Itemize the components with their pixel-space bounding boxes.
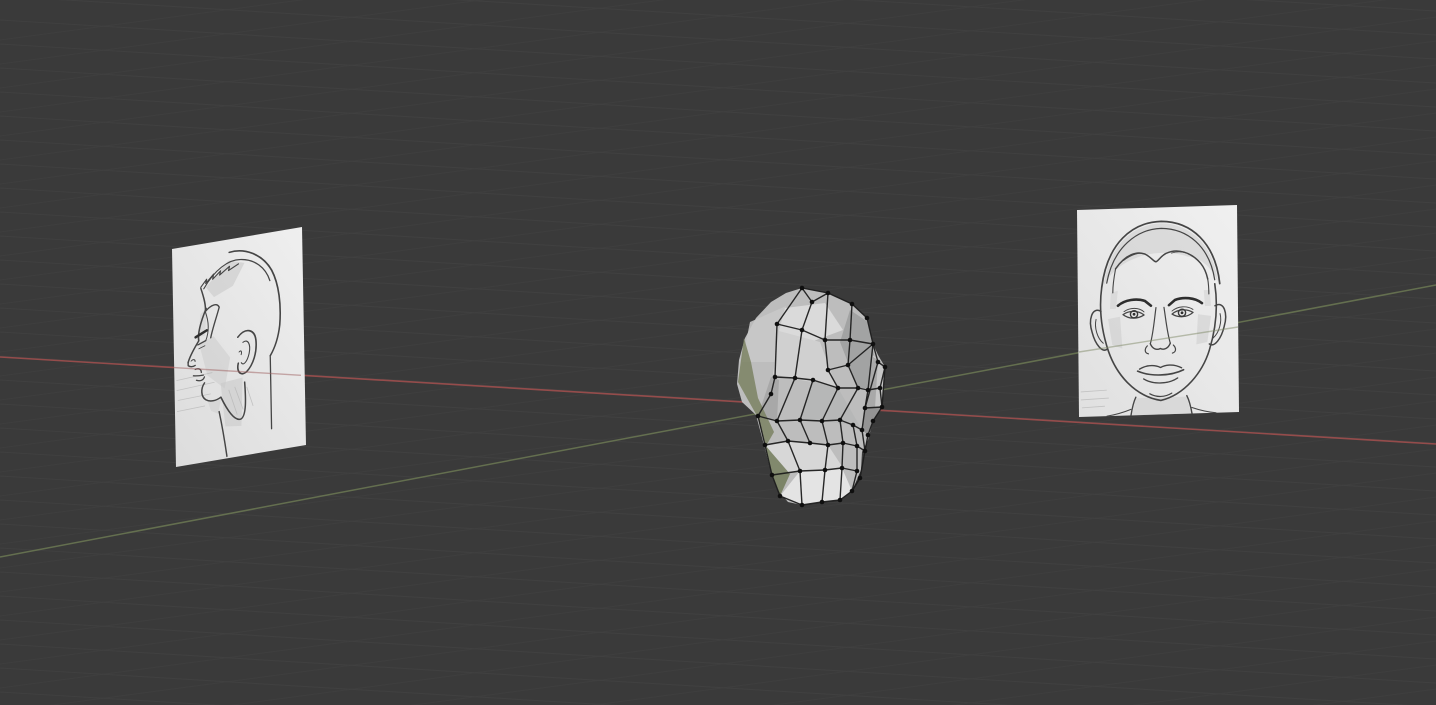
mesh-vertex[interactable] <box>856 386 861 391</box>
mesh-vertex[interactable] <box>838 498 843 503</box>
mesh-vertex[interactable] <box>798 469 803 474</box>
mesh-vertex[interactable] <box>810 300 815 305</box>
temple-shade-right <box>1204 290 1211 306</box>
mesh-vertex[interactable] <box>878 386 883 391</box>
mesh-vertex[interactable] <box>850 302 855 307</box>
mesh-vertex[interactable] <box>848 338 853 343</box>
mesh-vertex[interactable] <box>826 368 831 373</box>
mesh-vertex[interactable] <box>820 419 825 424</box>
mesh-vertex[interactable] <box>840 466 845 471</box>
mesh-vertex[interactable] <box>826 291 831 296</box>
mesh-vertex[interactable] <box>858 476 863 481</box>
mesh-vertex[interactable] <box>871 419 876 424</box>
mesh-vertex[interactable] <box>763 443 768 448</box>
mesh-edge <box>822 420 840 421</box>
mesh-edge <box>842 443 843 468</box>
mesh-vertex[interactable] <box>775 322 780 327</box>
mesh-vertex[interactable] <box>823 338 828 343</box>
mesh-vertex[interactable] <box>863 406 868 411</box>
mesh-vertex[interactable] <box>800 503 805 508</box>
mesh-vertex[interactable] <box>866 388 871 393</box>
mesh-vertex[interactable] <box>880 405 885 410</box>
mesh-vertex[interactable] <box>866 433 871 438</box>
mesh-vertex[interactable] <box>793 376 798 381</box>
mesh-vertex[interactable] <box>823 468 828 473</box>
mesh-vertex[interactable] <box>770 473 775 478</box>
mesh-vertex[interactable] <box>773 375 778 380</box>
mesh-vertex[interactable] <box>865 316 870 321</box>
mesh-vertex[interactable] <box>846 363 851 368</box>
mesh-vertex[interactable] <box>811 378 816 383</box>
mesh-vertex[interactable] <box>820 500 825 505</box>
mesh-edge <box>775 377 795 378</box>
mesh-vertex[interactable] <box>756 414 761 419</box>
mesh-vertex[interactable] <box>800 328 805 333</box>
mesh-vertex[interactable] <box>798 418 803 423</box>
reference-plane-front-view[interactable] <box>1077 205 1239 417</box>
mesh-vertex[interactable] <box>786 439 791 444</box>
mesh-vertex[interactable] <box>800 286 805 291</box>
mesh-vertex[interactable] <box>838 418 843 423</box>
mesh-vertex[interactable] <box>855 469 860 474</box>
mesh-vertex[interactable] <box>769 392 774 397</box>
mesh-vertex[interactable] <box>808 441 813 446</box>
mesh-vertex[interactable] <box>775 419 780 424</box>
neck-shade <box>1132 397 1191 416</box>
reference-plane-side-profile[interactable] <box>172 227 306 467</box>
mesh-edge <box>800 420 822 421</box>
scene-canvas <box>0 0 1436 705</box>
mesh-vertex[interactable] <box>836 386 841 391</box>
mesh-vertex[interactable] <box>883 365 888 370</box>
mesh-edge <box>865 407 882 408</box>
mesh-vertex[interactable] <box>860 428 865 433</box>
3d-viewport[interactable] <box>0 0 1436 705</box>
mesh-vertex[interactable] <box>855 444 860 449</box>
mesh-vertex[interactable] <box>850 489 855 494</box>
mesh-vertex[interactable] <box>778 494 783 499</box>
mesh-edge <box>777 420 800 421</box>
mesh-edge <box>800 470 825 471</box>
mesh-vertex[interactable] <box>826 443 831 448</box>
mesh-vertex[interactable] <box>876 360 881 365</box>
mesh-vertex[interactable] <box>871 342 876 347</box>
mesh-vertex[interactable] <box>851 423 856 428</box>
mesh-vertex[interactable] <box>863 449 868 454</box>
mesh-vertex[interactable] <box>841 441 846 446</box>
